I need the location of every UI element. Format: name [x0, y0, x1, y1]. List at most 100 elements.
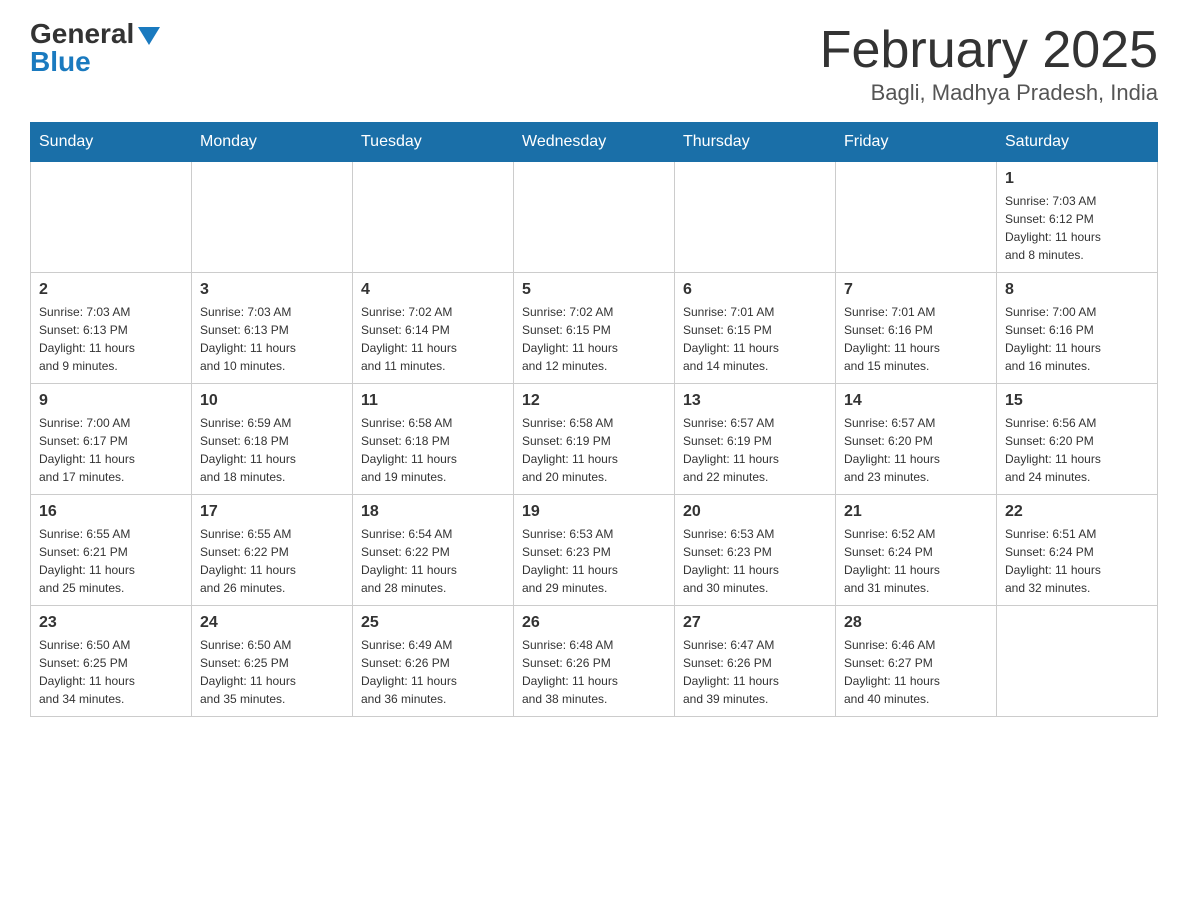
day-number: 8: [1005, 281, 1149, 299]
day-info: Sunrise: 6:50 AM Sunset: 6:25 PM Dayligh…: [39, 636, 183, 708]
day-number: 4: [361, 281, 505, 299]
calendar-cell-w3-d0: 9Sunrise: 7:00 AM Sunset: 6:17 PM Daylig…: [31, 384, 192, 495]
day-info: Sunrise: 6:49 AM Sunset: 6:26 PM Dayligh…: [361, 636, 505, 708]
day-info: Sunrise: 6:58 AM Sunset: 6:18 PM Dayligh…: [361, 414, 505, 486]
day-info: Sunrise: 6:46 AM Sunset: 6:27 PM Dayligh…: [844, 636, 988, 708]
calendar-cell-w5-d4: 27 Sunrise: 6:47 AM Sunset: 6:26 PM Dayli…: [675, 606, 836, 717]
calendar-cell-w2-d1: 3 Sunrise: 7:03 AM Sunset: 6:13 PM Daylig…: [192, 273, 353, 384]
day-info: Sunrise: 6:55 AM Sunset: 6:22 PM Dayligh…: [200, 525, 344, 597]
calendar-cell-w1-d1: [192, 162, 353, 273]
calendar-cell-w2-d5: 7 Sunrise: 7:01 AM Sunset: 6:16 PM Daylig…: [836, 273, 997, 384]
day-info: Sunrise: 6:58 AM Sunset: 6:19 PM Dayligh…: [522, 414, 666, 486]
calendar-cell-w4-d4: 20Sunrise: 6:53 AM Sunset: 6:23 PM Dayli…: [675, 495, 836, 606]
calendar-cell-w5-d1: 24 Sunrise: 6:50 AM Sunset: 6:25 PM Dayli…: [192, 606, 353, 717]
calendar-cell-w2-d3: 5 Sunrise: 7:02 AM Sunset: 6:15 PM Daylig…: [514, 273, 675, 384]
title-block: February 2025 Bagli, Madhya Pradesh, Ind…: [820, 20, 1158, 106]
calendar-cell-w2-d6: 8 Sunrise: 7:00 AM Sunset: 6:16 PM Daylig…: [997, 273, 1158, 384]
week-row-2: 2 Sunrise: 7:03 AM Sunset: 6:13 PM Daylig…: [31, 273, 1158, 384]
day-number: 26: [522, 614, 666, 632]
day-info: Sunrise: 7:02 AM Sunset: 6:15 PM Dayligh…: [522, 303, 666, 375]
day-info: Sunrise: 6:55 AM Sunset: 6:21 PM Dayligh…: [39, 525, 183, 597]
calendar-cell-w2-d4: 6 Sunrise: 7:01 AM Sunset: 6:15 PM Daylig…: [675, 273, 836, 384]
calendar-cell-w2-d0: 2Sunrise: 7:03 AM Sunset: 6:13 PM Daylig…: [31, 273, 192, 384]
logo-general-text: General: [30, 20, 134, 48]
day-info: Sunrise: 6:57 AM Sunset: 6:20 PM Dayligh…: [844, 414, 988, 486]
day-number: 19: [522, 503, 666, 521]
day-number: 1: [1005, 170, 1149, 188]
day-info: Sunrise: 7:01 AM Sunset: 6:16 PM Dayligh…: [844, 303, 988, 375]
day-info: Sunrise: 7:00 AM Sunset: 6:17 PM Dayligh…: [39, 414, 183, 486]
day-info: Sunrise: 6:50 AM Sunset: 6:25 PM Dayligh…: [200, 636, 344, 708]
calendar-cell-w4-d3: 19 Sunrise: 6:53 AM Sunset: 6:23 PM Dayli…: [514, 495, 675, 606]
header-tuesday: Tuesday: [353, 123, 514, 162]
calendar-cell-w4-d0: 16 Sunrise: 6:55 AM Sunset: 6:21 PM Dayli…: [31, 495, 192, 606]
day-number: 7: [844, 281, 988, 299]
week-row-5: 23 Sunrise: 6:50 AM Sunset: 6:25 PM Dayli…: [31, 606, 1158, 717]
day-number: 23: [39, 614, 183, 632]
week-row-4: 16 Sunrise: 6:55 AM Sunset: 6:21 PM Dayli…: [31, 495, 1158, 606]
day-info: Sunrise: 7:03 AM Sunset: 6:12 PM Dayligh…: [1005, 192, 1149, 264]
calendar-cell-w3-d1: 10 Sunrise: 6:59 AM Sunset: 6:18 PM Dayli…: [192, 384, 353, 495]
week-row-1: 1 Sunrise: 7:03 AM Sunset: 6:12 PM Daylig…: [31, 162, 1158, 273]
day-info: Sunrise: 7:03 AM Sunset: 6:13 PM Dayligh…: [200, 303, 344, 375]
day-info: Sunrise: 6:59 AM Sunset: 6:18 PM Dayligh…: [200, 414, 344, 486]
day-number: 3: [200, 281, 344, 299]
day-number: 14: [844, 392, 988, 410]
day-info: Sunrise: 6:53 AM Sunset: 6:23 PM Dayligh…: [683, 525, 827, 597]
day-number: 12: [522, 392, 666, 410]
calendar-cell-w1-d4: [675, 162, 836, 273]
calendar-cell-w5-d0: 23 Sunrise: 6:50 AM Sunset: 6:25 PM Dayli…: [31, 606, 192, 717]
day-info: Sunrise: 6:56 AM Sunset: 6:20 PM Dayligh…: [1005, 414, 1149, 486]
day-number: 18: [361, 503, 505, 521]
day-number: 13: [683, 392, 827, 410]
day-number: 24: [200, 614, 344, 632]
day-number: 6: [683, 281, 827, 299]
day-number: 28: [844, 614, 988, 632]
calendar-table: SundayMondayTuesdayWednesdayThursdayFrid…: [30, 122, 1158, 717]
calendar-cell-w3-d3: 12 Sunrise: 6:58 AM Sunset: 6:19 PM Dayli…: [514, 384, 675, 495]
day-number: 2: [39, 281, 183, 299]
calendar-cell-w4-d1: 17 Sunrise: 6:55 AM Sunset: 6:22 PM Dayli…: [192, 495, 353, 606]
day-info: Sunrise: 6:47 AM Sunset: 6:26 PM Dayligh…: [683, 636, 827, 708]
header-thursday: Thursday: [675, 123, 836, 162]
calendar-cell-w1-d3: [514, 162, 675, 273]
day-number: 27: [683, 614, 827, 632]
logo-blue-text: Blue: [30, 48, 91, 76]
calendar-cell-w3-d5: 14 Sunrise: 6:57 AM Sunset: 6:20 PM Dayli…: [836, 384, 997, 495]
calendar-cell-w4-d6: 22 Sunrise: 6:51 AM Sunset: 6:24 PM Dayli…: [997, 495, 1158, 606]
logo-triangle-icon: [138, 27, 160, 45]
header-saturday: Saturday: [997, 123, 1158, 162]
day-info: Sunrise: 6:51 AM Sunset: 6:24 PM Dayligh…: [1005, 525, 1149, 597]
day-info: Sunrise: 6:53 AM Sunset: 6:23 PM Dayligh…: [522, 525, 666, 597]
calendar-cell-w3-d6: 15 Sunrise: 6:56 AM Sunset: 6:20 PM Dayli…: [997, 384, 1158, 495]
calendar-cell-w5-d6: [997, 606, 1158, 717]
day-info: Sunrise: 6:52 AM Sunset: 6:24 PM Dayligh…: [844, 525, 988, 597]
calendar-cell-w1-d0: [31, 162, 192, 273]
day-info: Sunrise: 7:02 AM Sunset: 6:14 PM Dayligh…: [361, 303, 505, 375]
header-wednesday: Wednesday: [514, 123, 675, 162]
day-number: 22: [1005, 503, 1149, 521]
day-number: 10: [200, 392, 344, 410]
week-row-3: 9Sunrise: 7:00 AM Sunset: 6:17 PM Daylig…: [31, 384, 1158, 495]
location-title: Bagli, Madhya Pradesh, India: [820, 80, 1158, 106]
calendar-cell-w4-d5: 21 Sunrise: 6:52 AM Sunset: 6:24 PM Dayli…: [836, 495, 997, 606]
day-number: 16: [39, 503, 183, 521]
calendar-cell-w5-d2: 25 Sunrise: 6:49 AM Sunset: 6:26 PM Dayli…: [353, 606, 514, 717]
day-info: Sunrise: 7:00 AM Sunset: 6:16 PM Dayligh…: [1005, 303, 1149, 375]
header-monday: Monday: [192, 123, 353, 162]
day-number: 21: [844, 503, 988, 521]
calendar-cell-w1-d2: [353, 162, 514, 273]
day-info: Sunrise: 6:48 AM Sunset: 6:26 PM Dayligh…: [522, 636, 666, 708]
calendar-cell-w3-d2: 11Sunrise: 6:58 AM Sunset: 6:18 PM Dayli…: [353, 384, 514, 495]
calendar-cell-w5-d3: 26 Sunrise: 6:48 AM Sunset: 6:26 PM Dayli…: [514, 606, 675, 717]
day-number: 5: [522, 281, 666, 299]
day-number: 15: [1005, 392, 1149, 410]
header-friday: Friday: [836, 123, 997, 162]
logo: General Blue: [30, 20, 160, 76]
day-number: 25: [361, 614, 505, 632]
calendar-cell-w4-d2: 18Sunrise: 6:54 AM Sunset: 6:22 PM Dayli…: [353, 495, 514, 606]
day-info: Sunrise: 7:01 AM Sunset: 6:15 PM Dayligh…: [683, 303, 827, 375]
day-number: 17: [200, 503, 344, 521]
header-sunday: Sunday: [31, 123, 192, 162]
calendar-cell-w5-d5: 28 Sunrise: 6:46 AM Sunset: 6:27 PM Dayli…: [836, 606, 997, 717]
